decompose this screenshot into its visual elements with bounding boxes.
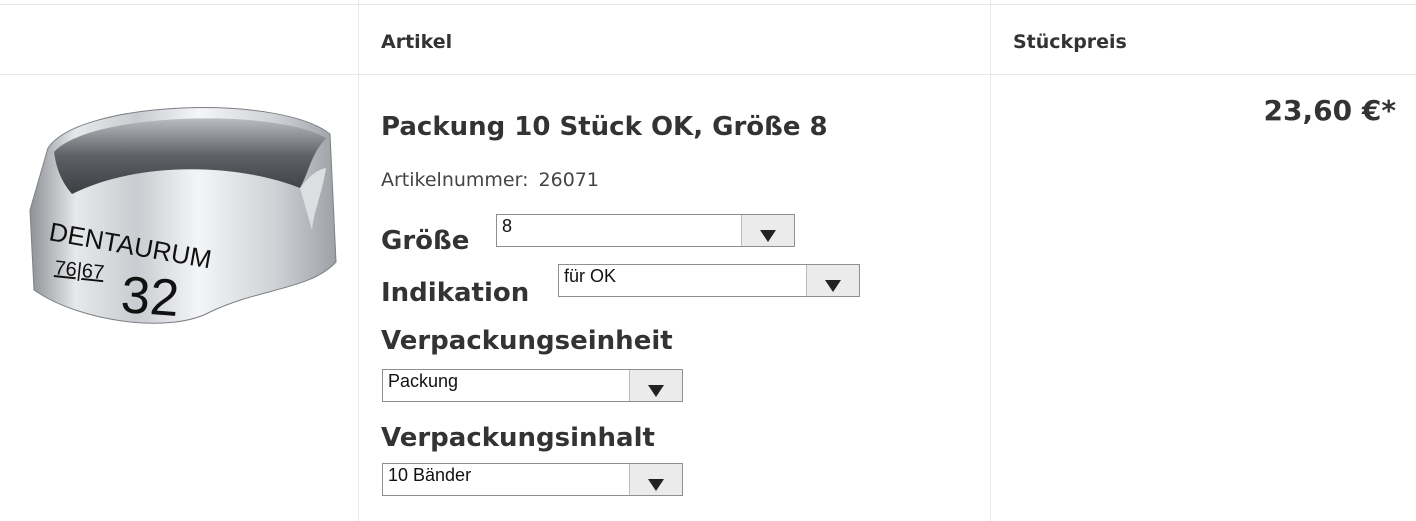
chevron-down-icon — [648, 385, 664, 397]
packaging-content-select-button[interactable] — [629, 464, 682, 495]
column-divider-1 — [358, 0, 359, 521]
packaging-content-label: Verpackungsinhalt — [381, 423, 655, 453]
packaging-unit-label: Verpackungseinheit — [381, 326, 673, 356]
chevron-down-icon — [825, 280, 841, 292]
indication-label: Indikation — [381, 278, 530, 308]
packaging-content-select[interactable]: 10 Bänder — [382, 463, 683, 496]
packaging-unit-select-button[interactable] — [629, 370, 682, 401]
packaging-unit-select-value: Packung — [388, 371, 459, 391]
column-header-article: Artikel — [381, 31, 453, 53]
ring-size-text: 32 — [119, 266, 181, 328]
article-number-label: Artikelnummer: — [381, 169, 529, 191]
indication-select-button[interactable] — [806, 265, 859, 296]
chevron-down-icon — [648, 479, 664, 491]
size-select[interactable]: 8 — [496, 214, 795, 247]
size-label: Größe — [381, 226, 470, 256]
indication-select[interactable]: für OK — [558, 264, 860, 297]
header-bottom-border — [0, 74, 1416, 75]
chevron-down-icon — [760, 230, 776, 242]
packaging-content-select-value: 10 Bänder — [388, 465, 472, 485]
size-select-button[interactable] — [741, 215, 794, 246]
header-top-border — [0, 4, 1416, 5]
indication-select-value: für OK — [564, 266, 617, 286]
product-title[interactable]: Packung 10 Stück OK, Größe 8 — [381, 112, 828, 142]
column-header-unit-price: Stückpreis — [1013, 31, 1127, 53]
size-select-value: 8 — [502, 216, 513, 236]
packaging-unit-select[interactable]: Packung — [382, 369, 683, 402]
article-number-row: Artikelnummer: 26071 — [381, 169, 599, 191]
column-divider-2 — [990, 0, 991, 521]
article-number-value: 26071 — [538, 169, 599, 191]
product-image[interactable]: DENTAURUM 76|67 32 — [20, 90, 350, 360]
unit-price: 23,60 €* — [1263, 94, 1396, 127]
